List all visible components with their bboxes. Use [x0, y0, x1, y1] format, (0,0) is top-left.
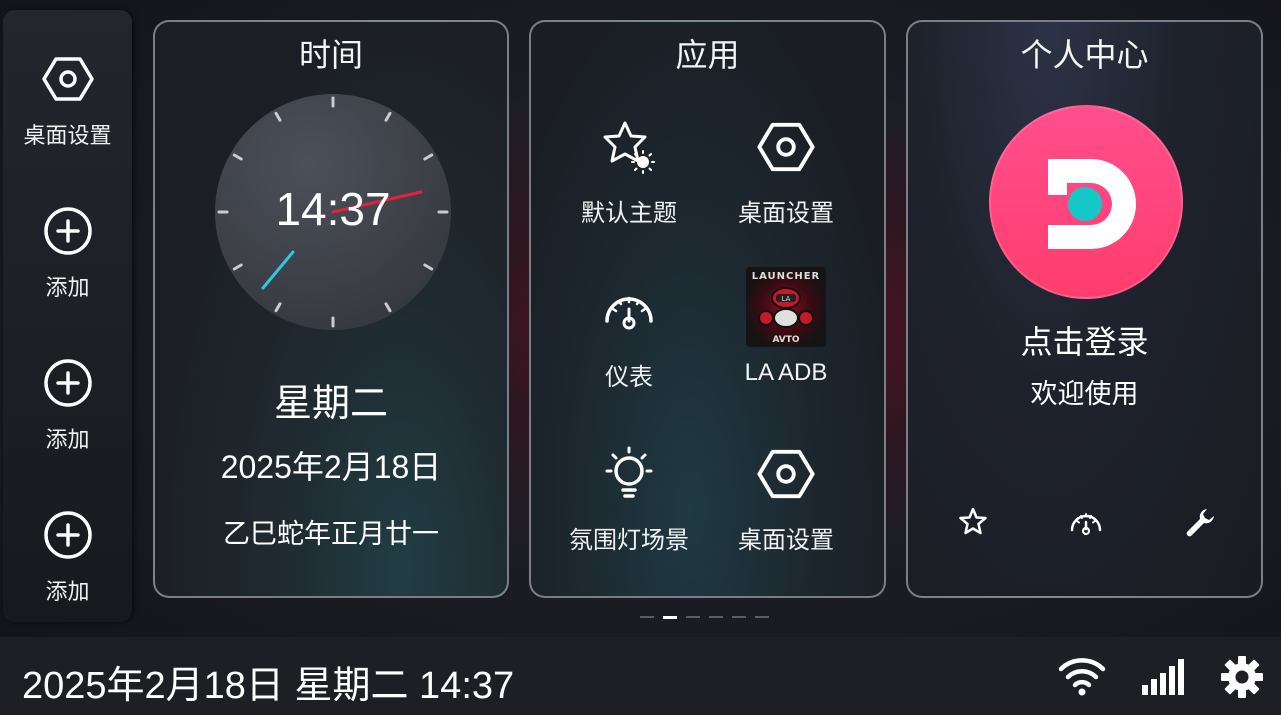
launcher-la-logo: LAUNCHER LA AVTO	[746, 267, 826, 347]
hex-nut-icon	[41, 57, 94, 101]
analog-clock: 14:37	[213, 92, 453, 332]
sidebar-item-add[interactable]: 添加	[3, 192, 132, 312]
page-dot[interactable]	[732, 616, 746, 618]
sidebar-item-label: 添加	[45, 276, 90, 301]
status-bar: 2025年2月18日 星期二 14:37	[0, 637, 1281, 715]
clock-digital-time: 14:37	[275, 183, 391, 235]
page-indicator	[640, 616, 769, 620]
settings-gear-icon[interactable]	[1218, 655, 1266, 699]
app-label: 氛围灯场景	[569, 526, 689, 554]
app-label: 桌面设置	[738, 526, 834, 554]
logo-text: AVTO	[772, 335, 800, 345]
hex-nut-icon	[757, 122, 815, 172]
page-dot[interactable]	[686, 616, 700, 618]
app-ambient-light[interactable]: 氛围灯场景	[554, 444, 704, 574]
user-center-card: 个人中心 点击登录 欢迎使用	[906, 20, 1263, 598]
svg-text:LA: LA	[782, 295, 791, 303]
weekday: 星期二	[273, 381, 388, 425]
light-bulb-icon	[605, 446, 653, 498]
avatar[interactable]	[989, 105, 1183, 299]
login-link[interactable]: 点击登录	[908, 317, 1261, 363]
page-dot[interactable]	[755, 616, 769, 618]
status-datetime: 2025年2月18日 星期二 14:37	[22, 665, 515, 707]
app-label: 桌面设置	[738, 199, 834, 227]
app-label: 仪表	[605, 363, 653, 391]
card-title: 个人中心	[1020, 36, 1149, 74]
star-icon[interactable]	[955, 504, 991, 540]
sidebar-item-add[interactable]: 添加	[3, 496, 132, 616]
app-desktop-settings[interactable]: 桌面设置	[711, 444, 861, 574]
sidebar: 桌面设置 添加 添加 添加	[3, 10, 132, 622]
card-title: 时间	[298, 36, 363, 74]
logo-text: LAUNCHER	[751, 271, 821, 282]
app-logo-icon	[1048, 159, 1136, 249]
wrench-icon[interactable]	[1181, 504, 1217, 540]
gauge-icon[interactable]	[1068, 504, 1104, 540]
app-desktop-settings[interactable]: 桌面设置	[711, 117, 861, 247]
date: 2025年2月18日	[220, 449, 442, 485]
star-theme-icon	[603, 121, 655, 174]
gauge-icon	[605, 296, 653, 330]
sidebar-item-desktop-settings[interactable]: 桌面设置	[3, 40, 132, 160]
time-card[interactable]: 时间 14:37 星期二 2025年2月18日 乙巳蛇年正月廿一	[153, 20, 509, 598]
page-dot[interactable]	[709, 616, 723, 618]
sidebar-item-add[interactable]: 添加	[3, 344, 132, 464]
app-label: 默认主题	[581, 199, 677, 227]
sidebar-item-label: 添加	[45, 580, 90, 605]
hex-nut-icon	[757, 449, 815, 499]
plus-circle-icon	[43, 511, 92, 559]
plus-circle-icon	[43, 359, 92, 407]
page-dot[interactable]	[640, 616, 654, 618]
app-label: LA ADB	[744, 359, 828, 386]
card-title: 应用	[675, 36, 740, 74]
wifi-icon[interactable]	[1058, 655, 1106, 699]
apps-card: 应用 默认主题 桌面设置 仪表 LAUNCHER LA AVTO LA ADB …	[529, 20, 886, 598]
lunar-date: 乙巳蛇年正月廿一	[223, 519, 439, 550]
plus-circle-icon	[43, 207, 92, 255]
sidebar-item-label: 桌面设置	[23, 124, 112, 149]
sidebar-item-label: 添加	[45, 428, 90, 453]
page-dot-active[interactable]	[663, 616, 677, 619]
signal-icon[interactable]	[1140, 655, 1188, 699]
app-default-theme[interactable]: 默认主题	[554, 117, 704, 247]
robot-mascot-icon: LA	[758, 287, 814, 328]
app-gauge[interactable]: 仪表	[554, 281, 704, 411]
welcome-text: 欢迎使用	[1030, 379, 1139, 410]
app-la-adb[interactable]: LAUNCHER LA AVTO LA ADB	[711, 267, 861, 397]
